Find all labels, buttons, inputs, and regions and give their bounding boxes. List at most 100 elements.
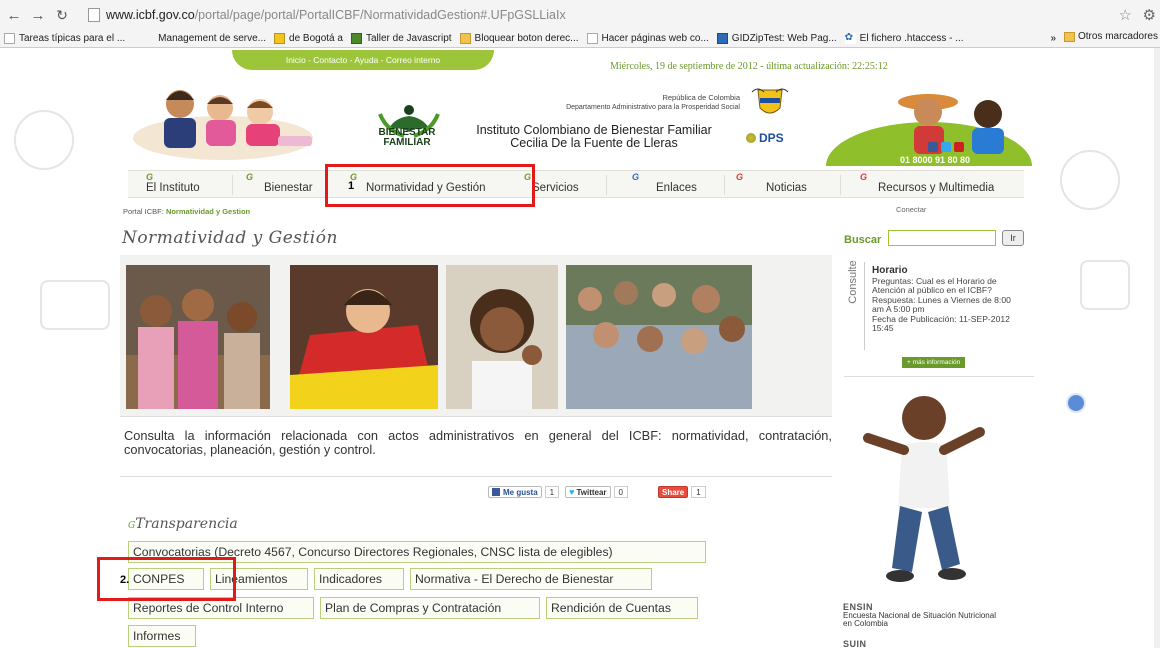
- page-icon: [4, 33, 15, 44]
- search-input[interactable]: [888, 230, 996, 246]
- bookmark-item[interactable]: GIDZipTest: Web Pag...: [716, 33, 841, 44]
- dps-label: DPS: [759, 131, 784, 145]
- g-icon: [716, 33, 728, 44]
- bookmark-label: Tareas típicas para el ...: [19, 33, 126, 44]
- divider: [120, 476, 832, 477]
- ensin-desc: en Colombia: [843, 619, 888, 628]
- wrench-icon[interactable]: ⚙: [1143, 6, 1156, 24]
- annotation-marker-2: 2.: [120, 574, 130, 586]
- nav-label: Bienestar: [264, 182, 313, 194]
- share-count: 1: [691, 486, 706, 498]
- link-label: Rendición de Cuentas: [551, 601, 671, 615]
- bookmark-star-icon[interactable]: ☆: [1119, 6, 1132, 24]
- people-icon: [274, 33, 286, 44]
- tweet-count: 0: [613, 486, 628, 498]
- other-bookmarks-label: Otros marcadores: [1077, 31, 1158, 42]
- faq-line: 15:45: [872, 323, 894, 333]
- republic-line: República de Colombia: [662, 93, 740, 102]
- department-line: Departamento Administrativo para la Pros…: [566, 104, 740, 111]
- sidebar-divider: [844, 376, 1034, 377]
- ensin-block[interactable]: ENSIN Encuesta Nacional de Situación Nut…: [843, 603, 1043, 629]
- nav-enlaces[interactable]: G Enlaces: [632, 171, 697, 199]
- facebook-icon[interactable]: [928, 142, 938, 152]
- nav-divider: [840, 175, 841, 195]
- jumping-child-photo: [863, 396, 985, 582]
- nav-el-instituto[interactable]: G El Instituto: [146, 171, 200, 199]
- tweet-button[interactable]: ♥ Twittear: [565, 486, 611, 498]
- annotation-marker-1: 1: [348, 180, 355, 192]
- intro-text: Consulta la información relacionada con …: [124, 428, 832, 457]
- bookmark-item[interactable]: Tareas típicas para el ...: [4, 33, 129, 44]
- link-label: Indicadores: [319, 572, 383, 586]
- more-bookmarks-chevron-icon[interactable]: »: [1050, 33, 1056, 44]
- logo-wordmark-line-2: FAMILIAR: [383, 137, 431, 148]
- transparencia-title: Transparencia: [135, 516, 238, 532]
- bookmark-item[interactable]: Hacer páginas web co...: [586, 33, 713, 44]
- url-path: /portal/page/portal/PortalICBF/Normativi…: [194, 8, 566, 22]
- facebook-like-button[interactable]: Me gusta: [488, 486, 542, 498]
- institute-name: Instituto Colombiano de Bienestar Famili…: [448, 124, 740, 150]
- nav-recursos[interactable]: G Recursos y Multimedia: [860, 171, 994, 199]
- annotation-box-2: [97, 557, 236, 601]
- folder-icon: [459, 33, 471, 44]
- link-plan-compras[interactable]: Plan de Compras y Contratación: [320, 597, 540, 619]
- nav-divider: [606, 175, 607, 195]
- bookmark-item[interactable]: Taller de Javascript: [350, 33, 456, 44]
- nav-bienestar[interactable]: G Bienestar: [246, 171, 313, 199]
- like-label: Me gusta: [503, 487, 538, 497]
- bookmarks-bar: Tareas típicas para el ... Management de…: [0, 30, 1160, 48]
- other-bookmarks-folder[interactable]: Otros marcadores: [1063, 31, 1158, 42]
- page-title: Normatividad y Gestión: [122, 228, 338, 248]
- nav-label: Servicios: [532, 182, 579, 194]
- background-doodle: [40, 280, 110, 330]
- page-scrollbar[interactable]: [1154, 48, 1160, 648]
- link-informes[interactable]: Informes: [128, 625, 196, 647]
- ball-icon: [1066, 393, 1086, 413]
- bookmark-label: Management de serve...: [158, 33, 267, 44]
- mas-informacion-button[interactable]: + más información: [902, 357, 966, 368]
- bookmark-item[interactable]: Bloquear boton derec...: [459, 33, 583, 44]
- nav-divider: [724, 175, 725, 195]
- link-rendicion-cuentas[interactable]: Rendición de Cuentas: [546, 597, 698, 619]
- photo-girls: [126, 265, 270, 409]
- breadcrumb-prefix[interactable]: Portal ICBF:: [123, 207, 166, 216]
- back-arrow-icon[interactable]: ←: [4, 5, 24, 25]
- link-label: Informes: [133, 629, 181, 643]
- forward-arrow-icon[interactable]: →: [28, 5, 48, 25]
- consulte-label: Consulte: [847, 260, 859, 304]
- suin-title[interactable]: SUIN: [843, 639, 867, 648]
- bookmark-label: de Bogotá a: [289, 33, 343, 44]
- background-doodle: [14, 110, 74, 170]
- link-normativa[interactable]: Normativa - El Derecho de Bienestar: [410, 568, 652, 590]
- annotation-box-1: [325, 164, 535, 207]
- twitter-icon[interactable]: [941, 142, 951, 152]
- nav-label: Recursos y Multimedia: [878, 182, 995, 194]
- search-go-button[interactable]: Ir: [1002, 230, 1024, 246]
- bookmark-item[interactable]: Management de serve...: [143, 33, 270, 44]
- faq-block: Horario Preguntas: Cual es el Horario de…: [872, 266, 1038, 334]
- dps-mark-icon: [746, 133, 756, 143]
- address-bar[interactable]: www.icbf.gov.co/portal/page/portal/Porta…: [88, 4, 1118, 26]
- logo-wordmark: BIENESTAR FAMILIAR: [374, 128, 440, 148]
- top-links-bar[interactable]: Inicio - Contacto - Ayuda - Correo inter…: [232, 50, 494, 70]
- bookmark-label: El fichero .htaccess - ...: [859, 33, 964, 44]
- nav-mark-icon: G: [246, 172, 254, 182]
- institute-line-2: Cecilia De la Fuente de Lleras: [510, 136, 678, 150]
- tweet-label: Twittear: [576, 487, 607, 497]
- photo-children-group: [566, 265, 752, 409]
- page-icon: [88, 8, 100, 22]
- children-illustration: [133, 90, 313, 160]
- share-button[interactable]: Share: [658, 486, 689, 498]
- link-label: Reportes de Control Interno: [133, 601, 284, 615]
- reload-icon[interactable]: ↻: [52, 5, 72, 25]
- nav-mark-icon: G: [632, 172, 640, 182]
- nav-label: El Instituto: [146, 182, 200, 194]
- bookmark-item[interactable]: de Bogotá a: [274, 33, 347, 44]
- conectar-link[interactable]: Conectar: [896, 205, 926, 214]
- link-indicadores[interactable]: Indicadores: [314, 568, 404, 590]
- nav-noticias[interactable]: G Noticias: [736, 171, 807, 199]
- bookmark-item[interactable]: ✿ El fichero .htaccess - ...: [844, 33, 968, 44]
- youtube-icon[interactable]: [954, 142, 964, 152]
- nav-mark-icon: G: [736, 172, 744, 182]
- green-icon: [350, 33, 362, 44]
